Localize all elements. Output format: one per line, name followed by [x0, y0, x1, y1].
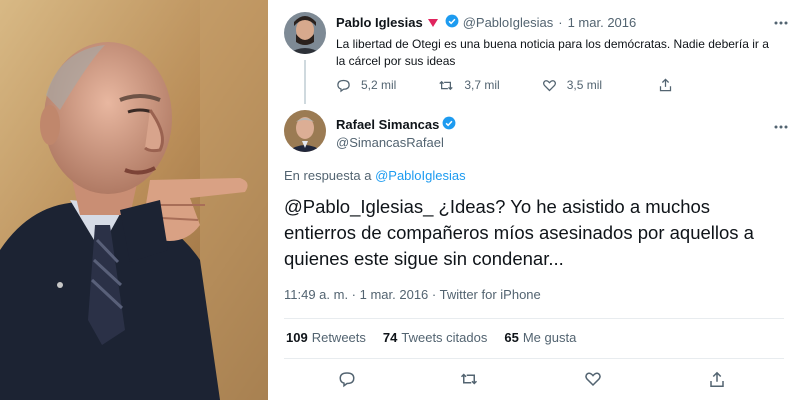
tweet-meta: 11:49 a. m. · 1 mar. 2016 · Twitter for … [284, 287, 541, 302]
politician-photo [0, 0, 268, 400]
quoted-tweet-header: Pablo Iglesias @PabloIglesias · 1 mar. 2… [336, 14, 636, 31]
retweet-icon [439, 80, 454, 90]
main-author-name[interactable]: Rafael Simancas [336, 117, 439, 132]
thread-connector [304, 60, 306, 104]
like-icon[interactable] [584, 370, 602, 393]
main-handle[interactable]: @SimancasRafael [336, 135, 444, 150]
dot-separator: · [558, 15, 563, 30]
more-options-icon[interactable] [774, 12, 788, 28]
reply-prefix: En respuesta a [284, 168, 372, 183]
likes-stat[interactable]: 65 Me gusta [504, 330, 576, 345]
like-icon [542, 79, 556, 91]
reply-context: En respuesta a @PabloIglesias [284, 168, 466, 183]
quoted-retweet-count: 3,7 mil [464, 78, 500, 92]
verified-badge-icon [445, 14, 459, 31]
share-icon [659, 78, 672, 92]
divider [284, 318, 784, 319]
reply-icon [337, 79, 350, 92]
main-tweet-header: Rafael Simancas [336, 116, 456, 133]
quoted-author-name[interactable]: Pablo Iglesias [336, 15, 423, 30]
main-tweet-actions [272, 370, 800, 394]
reply-icon[interactable] [338, 370, 356, 393]
pablo-iglesias-avatar[interactable] [284, 12, 326, 54]
retweets-stat[interactable]: 109 Retweets [286, 330, 366, 345]
quoted-reply-button[interactable]: 5,2 mil [336, 78, 396, 93]
quoted-tweet-actions: 5,2 mil 3,7 mil 3,5 mil [336, 77, 725, 93]
quoted-share-button[interactable] [658, 77, 683, 93]
verified-badge-icon [442, 116, 456, 133]
quoted-date[interactable]: 1 mar. 2016 [568, 15, 637, 30]
more-options-icon[interactable] [774, 116, 788, 132]
reply-to-link[interactable]: @PabloIglesias [375, 168, 466, 183]
quoted-retweet-button[interactable]: 3,7 mil [438, 78, 500, 93]
rafael-simancas-avatar[interactable] [284, 110, 326, 152]
quotes-stat[interactable]: 74 Tweets citados [383, 330, 487, 345]
divider [284, 358, 784, 359]
party-badge-icon [427, 18, 438, 27]
tweet-panel: Pablo Iglesias @PabloIglesias · 1 mar. 2… [272, 0, 800, 400]
quoted-reply-count: 5,2 mil [361, 78, 397, 92]
quoted-like-button[interactable]: 3,5 mil [542, 78, 602, 93]
quoted-tweet-text: La libertad de Otegi es una buena notici… [336, 37, 769, 68]
quoted-handle[interactable]: @PabloIglesias [463, 15, 554, 30]
quoted-like-count: 3,5 mil [566, 78, 603, 92]
retweet-icon[interactable] [459, 370, 479, 393]
main-tweet-text: @Pablo_Iglesias_ ¿Ideas? Yo he asistido … [284, 196, 754, 269]
engagement-stats: 109 Retweets 74 Tweets citados 65 Me gusta [286, 330, 593, 345]
share-icon[interactable] [708, 370, 726, 394]
